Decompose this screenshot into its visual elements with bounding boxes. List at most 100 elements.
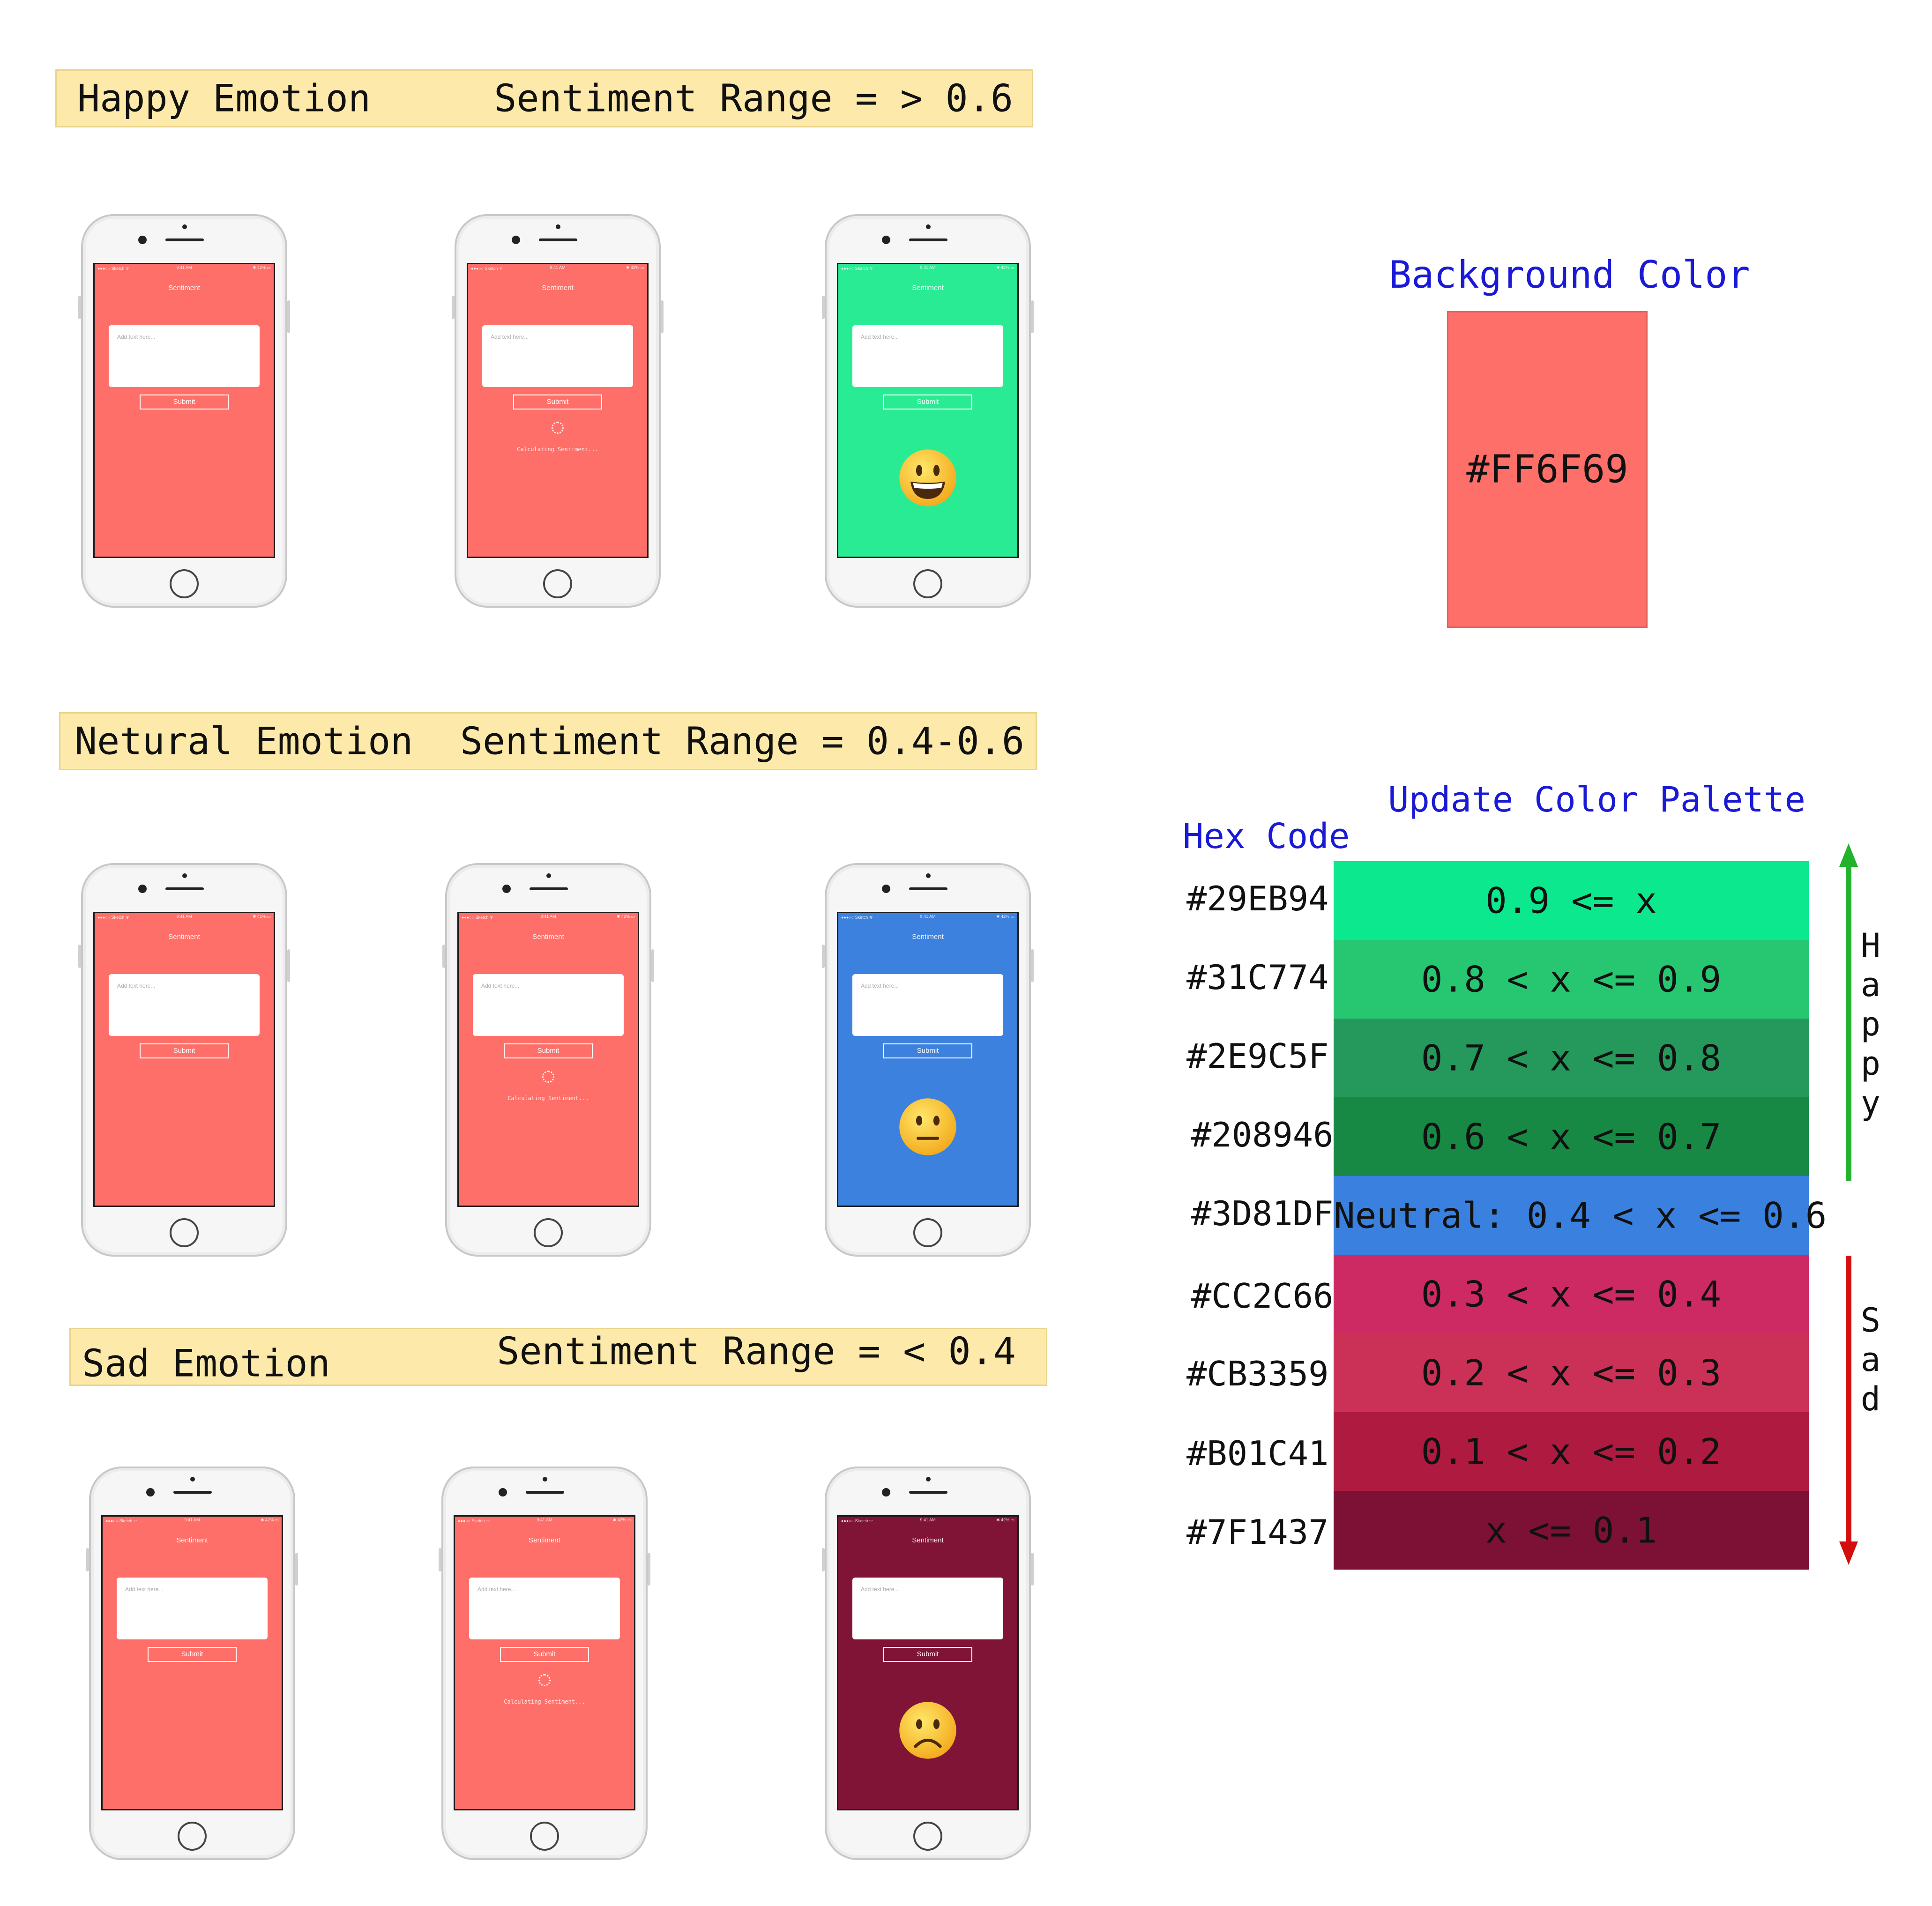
earpiece [539,238,577,241]
hex-code-label: #208946 [1191,1115,1334,1154]
hex-code-label: #29EB94 [1186,879,1329,918]
submit-button[interactable]: Submit [500,1647,589,1662]
submit-button[interactable]: Submit [140,1043,229,1058]
front-camera [882,236,890,244]
carrier-label: ●●●○○ Sketch ᯤ [841,915,873,920]
clock: 9:41 AM [540,914,556,919]
sensor-dot [190,1477,195,1482]
home-button[interactable] [543,569,572,598]
carrier-label: ●●●○○ Sketch ᯤ [841,1519,873,1523]
power-button [295,1553,298,1586]
earpiece [909,238,947,241]
banner-title: Happy Emotion [77,76,371,120]
clock: 9:41 AM [550,265,566,270]
status-bar: ●●●○○ Sketch ᯤ 9:41 AM ✱ 42% ▭ [103,1518,282,1523]
phone-screen: ●●●○○ Sketch ᯤ 9:41 AM ✱ 42% ▭ Sentiment A… [93,263,275,558]
banner-title: Sad Emotion [82,1341,330,1385]
text-input[interactable]: Add text here... [473,974,624,1036]
carrier-label: ●●●○○ Sketch ᯤ [105,1519,137,1523]
text-input[interactable]: Add text here... [109,974,260,1036]
text-input[interactable]: Add text here... [469,1578,620,1639]
home-button[interactable] [913,1822,942,1851]
carrier-label: ●●●○○ Sketch ᯤ [458,1519,490,1523]
hex-code-label: #CB3359 [1186,1354,1329,1393]
submit-button[interactable]: Submit [513,395,602,409]
placeholder-text: Add text here... [477,1586,516,1593]
frowning-face-icon [899,1702,956,1759]
phone-happy-input: ●●●○○ Sketch ᯤ 9:41 AM ✱ 42% ▭ Sentiment A… [78,214,290,608]
neutral-emotion-banner: Netural Emotion Sentiment Range = 0.4-0.… [59,712,1037,770]
range-label: x <= 0.1 [1485,1509,1657,1551]
palette-title: Update Color Palette [1388,780,1806,820]
front-camera [146,1488,155,1497]
volume-button [822,296,825,319]
earpiece [173,1491,212,1494]
clock: 9:41 AM [184,1518,200,1522]
earpiece [909,1491,947,1494]
letter: H [1860,926,1881,965]
sad-vertical-label: S a d [1857,1301,1885,1419]
phone-happy-calculating: ●●●○○ Sketch ᯤ 9:41 AM ✱ 42% ▭ Sentiment A… [452,214,664,608]
loading-spinner-icon [538,1674,551,1686]
letter: y [1860,1084,1881,1122]
home-button[interactable] [913,569,942,598]
status-bar: ●●●○○ Sketch ᯤ 9:41 AM ✱ 42% ▭ [838,265,1017,271]
placeholder-text: Add text here... [861,334,899,340]
palette-row: Neutral: 0.4 < x <= 0.6 [1334,1176,1827,1255]
phone-neutral-result: ●●●○○ Sketch ᯤ 9:41 AM ✱ 42% ▭ Sentiment A… [822,863,1034,1257]
loading-spinner-icon [552,422,564,434]
phone-happy-result: ●●●○○ Sketch ᯤ 9:41 AM ✱ 42% ▭ Sentiment A… [822,214,1034,608]
range-label: 0.2 < x <= 0.3 [1421,1352,1722,1394]
earpiece [165,238,204,241]
sad-emotion-banner: Sad Emotion Sentiment Range = < 0.4 [69,1328,1047,1386]
letter: p [1860,1005,1881,1043]
submit-button[interactable]: Submit [504,1043,593,1058]
palette-row: 0.3 < x <= 0.4 [1334,1255,1809,1333]
home-button[interactable] [170,1218,199,1247]
clock: 9:41 AM [537,1518,552,1522]
home-button[interactable] [170,569,199,598]
home-button[interactable] [534,1218,563,1247]
front-camera [512,236,520,244]
home-button[interactable] [913,1218,942,1247]
submit-button[interactable]: Submit [140,395,229,409]
app-title: Sentiment [168,284,200,292]
range-label: 0.1 < x <= 0.2 [1421,1430,1722,1473]
home-button[interactable] [178,1822,207,1851]
banner-range: Sentiment Range = < 0.4 [497,1329,1016,1373]
volume-button [452,296,455,319]
hex-code-label: #B01C41 [1186,1434,1329,1473]
earpiece [530,887,568,890]
placeholder-text: Add text here... [481,983,520,989]
palette-row: x <= 0.1 [1334,1491,1809,1570]
text-input[interactable]: Add text here... [852,1578,1003,1639]
text-input[interactable]: Add text here... [109,325,260,387]
placeholder-text: Add text here... [117,334,156,340]
placeholder-text: Add text here... [125,1586,164,1593]
app-title: Sentiment [542,284,574,292]
submit-button[interactable]: Submit [883,1647,972,1662]
background-color-swatch: #FF6F69 [1447,311,1648,628]
sensor-dot [543,1477,547,1482]
letter: a [1860,966,1881,1004]
phone-screen: ●●●○○ Sketch ᯤ 9:41 AM ✱ 42% ▭ Sentiment A… [457,912,639,1207]
hex-code-label: #2E9C5F [1186,1036,1329,1076]
banner-range: Sentiment Range = > 0.6 [494,76,1013,120]
text-input[interactable]: Add text here... [852,974,1003,1036]
text-input[interactable]: Add text here... [482,325,633,387]
text-input[interactable]: Add text here... [117,1578,268,1639]
volume-button [78,945,81,968]
home-button[interactable] [530,1822,559,1851]
range-label: 0.6 < x <= 0.7 [1421,1116,1722,1158]
range-label: 0.9 <= x [1485,879,1657,922]
submit-button[interactable]: Submit [148,1647,237,1662]
placeholder-text: Add text here... [861,983,899,989]
hex-code-label: #3D81DF [1191,1194,1334,1233]
text-input[interactable]: Add text here... [852,325,1003,387]
range-label: 0.8 < x <= 0.9 [1421,958,1722,1000]
submit-button[interactable]: Submit [883,395,972,409]
app-title: Sentiment [912,1536,944,1544]
clock: 9:41 AM [920,1518,936,1522]
loading-spinner-icon [542,1071,554,1083]
submit-button[interactable]: Submit [883,1043,972,1058]
